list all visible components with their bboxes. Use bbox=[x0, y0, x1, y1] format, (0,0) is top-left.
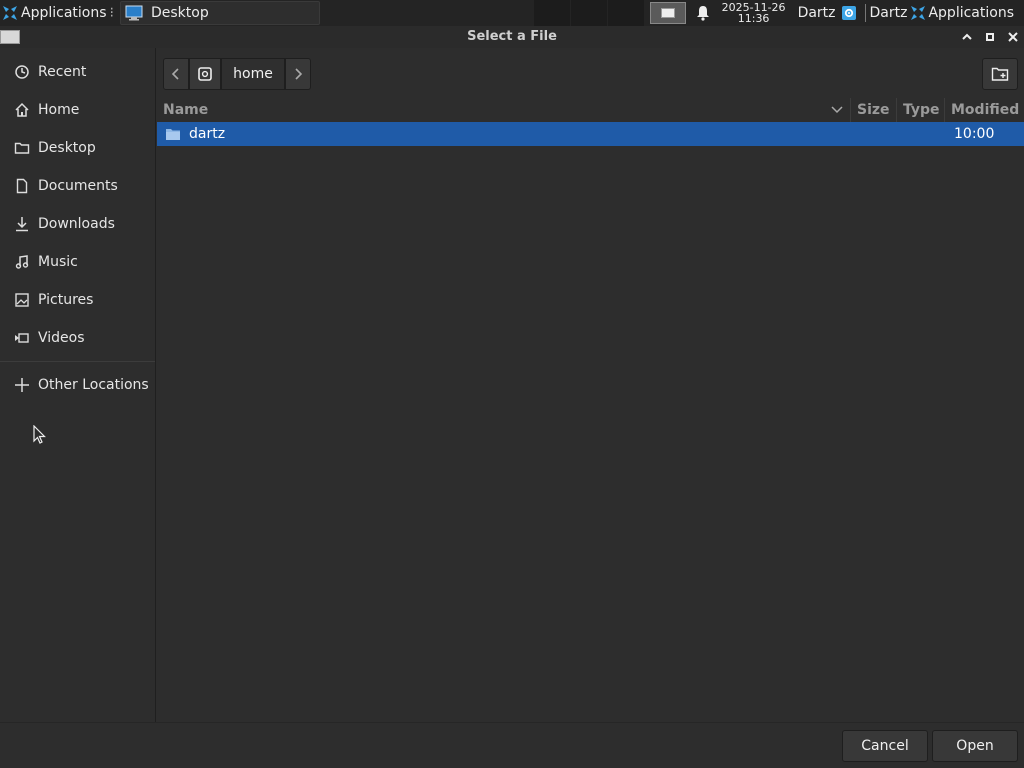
applications-menu-button[interactable]: Applications ⁝ bbox=[0, 0, 118, 26]
user-label[interactable]: Dartz bbox=[798, 5, 836, 21]
sidebar-item-recent[interactable]: Recent bbox=[0, 53, 155, 91]
sidebar-item-desktop[interactable]: Desktop bbox=[0, 129, 155, 167]
workspace-1[interactable] bbox=[533, 0, 570, 26]
music-icon bbox=[14, 254, 30, 270]
applications-menu-button-2[interactable]: Applications bbox=[910, 5, 1014, 21]
file-list[interactable]: Name Size Type Modified dartz 10:00 bbox=[157, 98, 1024, 722]
dialog-header: Select a File bbox=[0, 26, 1024, 48]
applications-label-2: Applications bbox=[928, 5, 1014, 21]
sidebar-item-label: Pictures bbox=[38, 292, 94, 308]
applications-label: Applications bbox=[21, 5, 107, 21]
sidebar-item-music[interactable]: Music bbox=[0, 243, 155, 281]
sidebar-item-label: Videos bbox=[38, 330, 85, 346]
window-icon bbox=[660, 8, 675, 18]
places-sidebar: Recent Home Desktop Documents Downloads … bbox=[0, 48, 156, 722]
panel-separator bbox=[864, 4, 866, 22]
minimize-button[interactable] bbox=[958, 28, 976, 46]
sidebar-item-label: Home bbox=[38, 102, 80, 118]
column-header-modified[interactable]: Modified bbox=[945, 98, 1024, 122]
close-icon bbox=[1008, 32, 1018, 42]
sidebar-item-label: Music bbox=[38, 254, 78, 270]
path-segment-label: home bbox=[233, 66, 273, 82]
dialog-footer: Cancel Open bbox=[0, 722, 1024, 768]
column-header-name[interactable]: Name bbox=[157, 98, 851, 122]
new-folder-button[interactable] bbox=[982, 58, 1018, 90]
new-folder-icon bbox=[991, 67, 1009, 81]
file-modified-cell: 10:00 bbox=[954, 126, 995, 142]
download-icon bbox=[14, 216, 30, 232]
path-root-button[interactable] bbox=[189, 58, 221, 90]
document-icon bbox=[14, 178, 30, 194]
plus-icon bbox=[14, 377, 30, 393]
folder-icon bbox=[165, 126, 181, 142]
path-segment-home[interactable]: home bbox=[221, 58, 285, 90]
sidebar-item-pictures[interactable]: Pictures bbox=[0, 281, 155, 319]
path-forward-button[interactable] bbox=[285, 58, 311, 90]
home-icon bbox=[14, 102, 30, 118]
xfce-apps-icon bbox=[910, 5, 926, 21]
open-button[interactable]: Open bbox=[932, 730, 1018, 762]
dialog-title: Select a File bbox=[467, 29, 557, 44]
top-panel: Applications ⁝ Desktop 2025-11-26 11:36 … bbox=[0, 0, 1024, 26]
maximize-button[interactable] bbox=[981, 28, 999, 46]
video-icon bbox=[14, 330, 30, 346]
column-header-type[interactable]: Type bbox=[897, 98, 945, 122]
picture-icon bbox=[14, 292, 30, 308]
sidebar-item-label: Other Locations bbox=[38, 377, 149, 393]
sidebar-item-label: Documents bbox=[38, 178, 118, 194]
close-button[interactable] bbox=[1004, 28, 1022, 46]
gear-icon[interactable] bbox=[841, 5, 857, 21]
file-name-cell: dartz bbox=[165, 122, 225, 146]
column-header-size[interactable]: Size bbox=[851, 98, 897, 122]
cancel-button[interactable]: Cancel bbox=[842, 730, 928, 762]
taskbar-item-label: Desktop bbox=[150, 5, 209, 21]
sidebar-item-documents[interactable]: Documents bbox=[0, 167, 155, 205]
user-menu-label[interactable]: Dartz bbox=[870, 5, 908, 21]
folder-icon bbox=[14, 140, 30, 156]
bell-icon[interactable] bbox=[696, 5, 710, 21]
column-header-row: Name Size Type Modified bbox=[157, 98, 1024, 122]
taskbar-item-desktop[interactable]: Desktop bbox=[119, 1, 320, 25]
clock-time: 11:36 bbox=[737, 12, 770, 25]
chevron-right-icon bbox=[295, 68, 303, 80]
drive-icon bbox=[198, 67, 212, 81]
column-name-label: Name bbox=[163, 102, 209, 118]
menu-separator-icon: ⁝ bbox=[109, 5, 114, 21]
desktop-monitor-icon bbox=[125, 5, 143, 21]
panel-clock[interactable]: 2025-11-26 11:36 bbox=[722, 2, 786, 24]
xfce-apps-icon bbox=[2, 5, 18, 21]
column-type-label: Type bbox=[903, 102, 940, 118]
mouse-cursor-icon bbox=[33, 424, 47, 449]
sidebar-item-label: Downloads bbox=[38, 216, 115, 232]
sidebar-item-label: Desktop bbox=[38, 140, 96, 156]
sort-chevron-down-icon bbox=[831, 106, 843, 114]
chevron-up-icon bbox=[962, 33, 972, 40]
workspace-2[interactable] bbox=[570, 0, 607, 26]
table-row[interactable]: dartz 10:00 bbox=[157, 122, 1024, 146]
sidebar-separator bbox=[0, 361, 155, 362]
maximize-icon bbox=[986, 33, 994, 41]
file-name: dartz bbox=[189, 126, 226, 142]
show-desktop-button[interactable] bbox=[649, 2, 686, 24]
path-back-button[interactable] bbox=[163, 58, 189, 90]
workspace-3[interactable] bbox=[607, 0, 644, 26]
chevron-left-icon bbox=[171, 68, 179, 80]
clock-icon bbox=[14, 64, 30, 80]
sidebar-item-videos[interactable]: Videos bbox=[0, 319, 155, 357]
column-modified-label: Modified bbox=[951, 102, 1020, 118]
sidebar-item-other-locations[interactable]: Other Locations bbox=[0, 366, 155, 404]
sidebar-item-downloads[interactable]: Downloads bbox=[0, 205, 155, 243]
sidebar-item-label: Recent bbox=[38, 64, 87, 80]
column-size-label: Size bbox=[857, 102, 890, 118]
sidebar-item-home[interactable]: Home bbox=[0, 91, 155, 129]
path-bar: home bbox=[157, 48, 1024, 98]
